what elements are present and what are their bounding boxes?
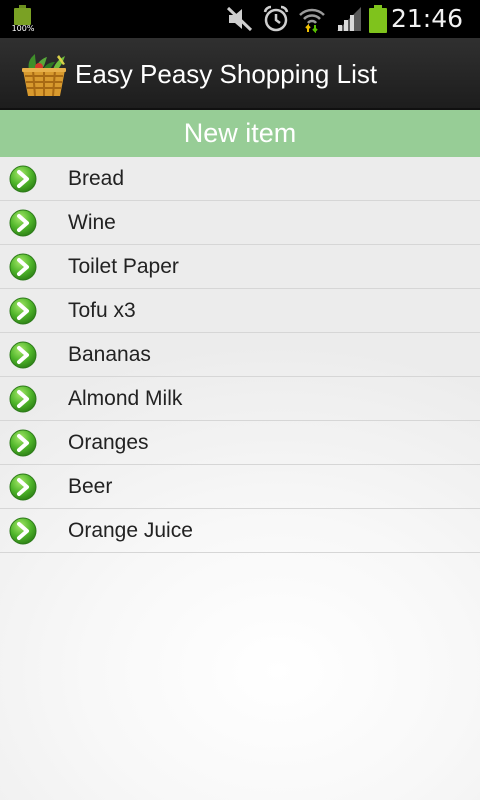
list-item-label: Wine — [68, 211, 116, 234]
green-arrow-icon[interactable] — [9, 517, 37, 545]
list-item[interactable]: Toilet Paper — [0, 245, 480, 289]
battery-charging-icon: 100% — [12, 5, 34, 33]
green-arrow-icon[interactable] — [9, 473, 37, 501]
signal-icon — [337, 7, 361, 31]
mute-icon — [226, 6, 253, 32]
list-item[interactable]: Oranges — [0, 421, 480, 465]
new-item-button[interactable]: New item — [0, 110, 480, 157]
list-item[interactable]: Beer — [0, 465, 480, 509]
list-item-label: Beer — [68, 475, 113, 498]
list-item-label: Tofu x3 — [68, 299, 136, 322]
list-item[interactable]: Almond Milk — [0, 377, 480, 421]
shopping-list: Bread Wine Toilet Paper Tofu x3 Bananas … — [0, 157, 480, 553]
list-item[interactable]: Wine — [0, 201, 480, 245]
shopping-list-area: Bread Wine Toilet Paper Tofu x3 Bananas … — [0, 157, 480, 800]
list-item-label: Oranges — [68, 431, 149, 454]
app-title: Easy Peasy Shopping List — [75, 59, 378, 89]
list-item-label: Almond Milk — [68, 387, 183, 410]
list-item-label: Bread — [68, 167, 125, 190]
list-item-label: Orange Juice — [68, 519, 193, 542]
green-arrow-icon[interactable] — [9, 165, 37, 193]
clock-time: 21:46 — [390, 4, 463, 33]
status-bar: 100% 21:46 — [0, 0, 480, 38]
list-item-label: Bananas — [68, 343, 151, 366]
list-item[interactable]: Orange Juice — [0, 509, 480, 553]
green-arrow-icon[interactable] — [9, 297, 37, 325]
green-arrow-icon[interactable] — [9, 209, 37, 237]
green-arrow-icon[interactable] — [9, 341, 37, 369]
list-item[interactable]: Bananas — [0, 333, 480, 377]
shopping-basket-icon[interactable] — [19, 52, 69, 98]
list-item[interactable]: Bread — [0, 157, 480, 201]
green-arrow-icon[interactable] — [9, 253, 37, 281]
action-bar: Easy Peasy Shopping List — [0, 38, 480, 110]
battery-icon — [369, 5, 387, 33]
alarm-icon — [263, 5, 289, 32]
wifi-icon — [299, 8, 325, 33]
green-arrow-icon[interactable] — [9, 429, 37, 457]
list-item[interactable]: Tofu x3 — [0, 289, 480, 333]
green-arrow-icon[interactable] — [9, 385, 37, 413]
list-item-label: Toilet Paper — [68, 255, 179, 278]
battery-percent-label: 100% — [11, 24, 35, 33]
